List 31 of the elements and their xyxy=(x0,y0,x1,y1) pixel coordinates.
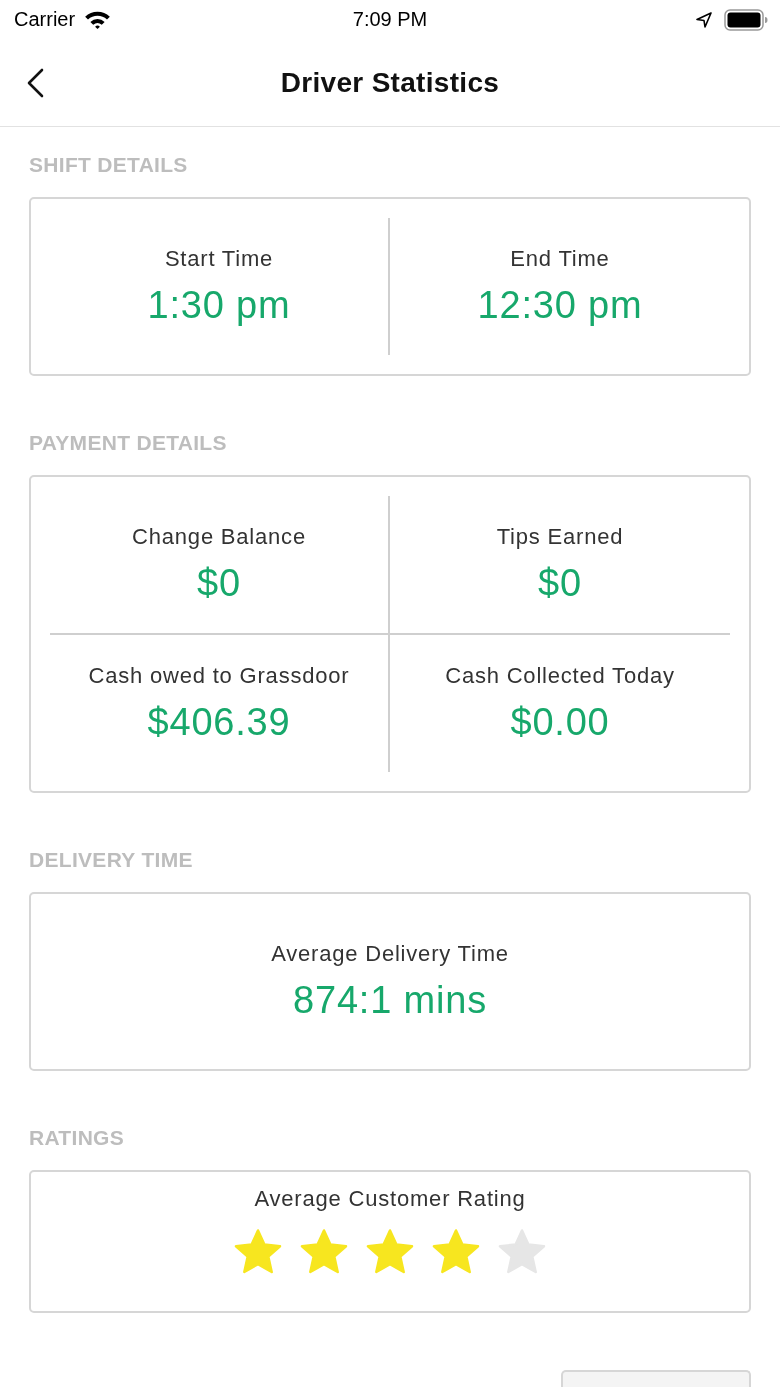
back-chevron-icon[interactable] xyxy=(26,67,44,98)
star-icon xyxy=(498,1229,546,1275)
stat-label: End Time xyxy=(510,246,610,272)
star-icon xyxy=(366,1229,414,1275)
stat-value: 874:1 mins xyxy=(293,978,487,1022)
stat-value: $0.00 xyxy=(510,700,610,744)
stat-label: Start Time xyxy=(164,246,274,272)
section-heading: SHIFT DETAILS xyxy=(29,153,188,177)
star-icon xyxy=(234,1229,282,1275)
stat-value: $0 xyxy=(197,561,241,605)
star-icon xyxy=(432,1229,480,1275)
stat-value: 1:30 pm xyxy=(147,283,291,327)
stat-label: Cash Collected Today xyxy=(445,663,675,689)
section-heading: RATINGS xyxy=(29,1126,125,1150)
location-arrow-icon xyxy=(696,11,712,28)
stat-label: Tips Earned xyxy=(496,524,624,550)
stat-label: Average Delivery Time xyxy=(271,941,509,967)
stat-value: 12:30 pm xyxy=(477,283,643,327)
wifi-icon xyxy=(84,10,112,30)
stat-value: $0 xyxy=(538,561,582,605)
rating-label: Average Customer Rating xyxy=(254,1186,526,1212)
status-time: 7:09 PM xyxy=(352,8,428,32)
stat-label: Cash owed to Grassdoor xyxy=(88,663,350,689)
battery-icon xyxy=(724,8,768,31)
section-heading: DELIVERY TIME xyxy=(29,848,193,872)
star-icon xyxy=(300,1229,348,1275)
carrier-label: Carrier xyxy=(14,8,76,32)
stat-label: Change Balance xyxy=(132,524,306,550)
section-heading: PAYMENT DETAILS xyxy=(29,431,227,455)
stat-value: $406.39 xyxy=(147,700,291,744)
screen-title: Driver Statistics xyxy=(280,66,500,99)
